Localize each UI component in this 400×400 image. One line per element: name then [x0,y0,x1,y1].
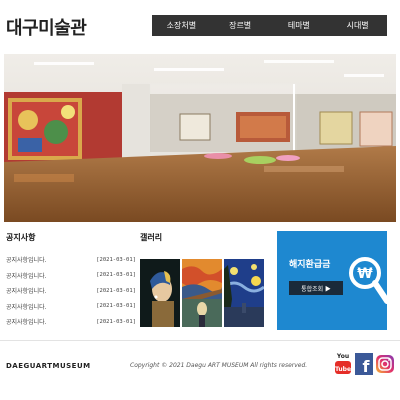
gallery-thumb-starry-night[interactable] [224,259,264,327]
notice-title: 공지사항 [6,233,36,242]
nav-item-theme[interactable]: 테마별 [270,15,329,36]
notice-item-date: [2021-03-01] [96,318,136,325]
social-links: You Tube f [334,350,394,378]
notice-item-text: 공지사항입니다. [6,288,47,296]
notice-item[interactable]: 공지사항입니다. [2021-03-01] [6,252,136,268]
svg-text:Tube: Tube [335,366,351,373]
notice-item-text: 공지사항입니다. [6,319,47,327]
notice-item-date: [2021-03-01] [96,272,136,279]
notice-item-text: 공지사항입니다. [6,303,47,311]
notice-item-date: [2021-03-01] [96,303,136,310]
notice-item[interactable]: 공지사항입니다. [2021-03-01] [6,268,136,284]
svg-text:f: f [363,357,371,376]
notice-item-date: [2021-03-01] [96,287,136,294]
search-won-icon: ₩ [347,249,387,319]
notice-item[interactable]: 공지사항입니다. [2021-03-01] [6,299,136,315]
notice-item-date: [2021-03-01] [96,256,136,263]
notice-item-text: 공지사항입니다. [6,272,47,280]
nav-item-era[interactable]: 시대별 [328,15,387,36]
gallery-thumbs [140,259,265,327]
refund-banner[interactable]: 해지환급금 통합조회 ▶ ₩ [277,231,387,330]
notice-list: 공지사항입니다. [2021-03-01] 공지사항입니다. [2021-03-… [6,252,136,330]
notice-item-text: 공지사항입니다. [6,257,47,265]
gallery-title: 갤러리 [140,233,163,242]
gallery-thumb-pearl-earring[interactable] [140,259,180,327]
svg-text:You: You [336,353,349,360]
footer-logo: DAEGUARTMUSEUM [6,362,91,370]
refund-title: 해지환급금 [289,260,331,270]
notice-item[interactable]: 공지사항입니다. [2021-03-01] [6,314,136,330]
hero-gallery-image [4,54,396,222]
facebook-icon[interactable]: f [355,350,373,378]
youtube-icon[interactable]: You Tube [334,350,352,378]
main-nav: 소장처별 장르별 테마별 시대별 [152,15,387,36]
notice-section: 공지사항 공지사항입니다. [2021-03-01] 공지사항입니다. [202… [6,232,136,330]
nav-item-collection[interactable]: 소장처별 [152,15,211,36]
notice-item[interactable]: 공지사항입니다. [2021-03-01] [6,283,136,299]
footer-divider [0,340,400,341]
gallery-thumb-scream[interactable] [182,259,222,327]
gallery-section: 갤러리 [140,232,265,327]
svg-text:₩: ₩ [357,266,373,282]
instagram-icon[interactable] [376,350,394,378]
site-logo[interactable]: 대구미술관 [6,14,87,40]
copyright-text: Copyright © 2021 Daegu ART MUSEUM All ri… [130,362,308,369]
refund-lookup-button[interactable]: 통합조회 ▶ [289,281,343,295]
nav-item-genre[interactable]: 장르별 [211,15,270,36]
